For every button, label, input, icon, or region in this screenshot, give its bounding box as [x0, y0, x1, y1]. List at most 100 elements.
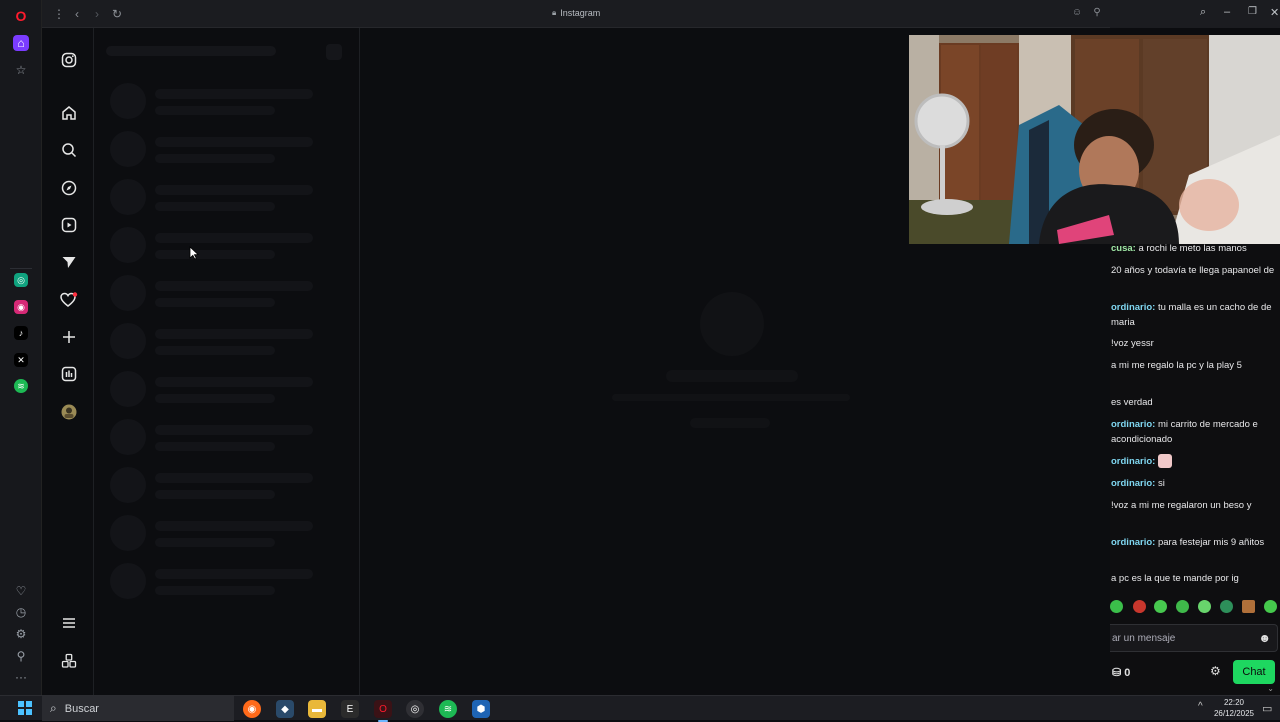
emote-icon[interactable]	[1242, 600, 1255, 613]
steam-icon[interactable]: ◎	[406, 700, 424, 718]
more-icon[interactable]: ···	[13, 669, 29, 685]
opera-logo-icon[interactable]: O	[13, 8, 29, 24]
chat-message: ordinario: tu malla es un cacho de de ma…	[1111, 302, 1272, 328]
opera-taskbar-icon[interactable]: O	[374, 700, 392, 722]
skeleton-line	[612, 394, 850, 401]
dashboard-icon[interactable]	[59, 364, 79, 384]
history-icon[interactable]: ◷	[13, 604, 29, 620]
chat-message: !voz a mi me regalaron un beso y	[1111, 500, 1252, 511]
spotify-icon[interactable]: ≋	[14, 379, 28, 393]
search-icon[interactable]: ⌕	[1200, 6, 1206, 19]
points-icon: ⛁	[1112, 667, 1125, 679]
reload-icon[interactable]: ↻	[110, 7, 124, 21]
channel-points[interactable]: ⛁ 0	[1112, 666, 1130, 679]
emote-icon[interactable]	[1110, 600, 1123, 613]
emote-icon[interactable]	[1133, 600, 1146, 613]
chat-message: !voz yessr	[1111, 338, 1154, 349]
x-icon[interactable]: ✕	[14, 353, 28, 367]
points-value: 0	[1124, 667, 1131, 679]
sidebar-divider	[10, 268, 32, 269]
chat-message: ordinario: para festejar mis 9 añitos	[1111, 537, 1265, 548]
profile-avatar[interactable]	[59, 402, 79, 422]
menu-icon[interactable]: ⋮	[52, 7, 66, 21]
app-icon[interactable]: ◆	[276, 700, 294, 718]
instagram-app-icon[interactable]: ◉	[14, 300, 28, 314]
taskbar-search-input[interactable]	[64, 702, 215, 715]
explore-icon[interactable]	[59, 178, 79, 198]
minimize-icon[interactable]: –	[1224, 6, 1230, 18]
title-bar: ⋮ ‹ › ↻ 🔒︎ Instagram ☺ ⚲	[42, 0, 1110, 28]
home-nav-icon[interactable]	[59, 103, 79, 123]
skeleton-header	[106, 46, 276, 56]
chevron-down-icon[interactable]: ⌄	[1267, 684, 1274, 693]
home-icon[interactable]: ⌂	[13, 35, 29, 51]
epic-games-icon[interactable]: E	[341, 700, 359, 718]
tray-caret-icon[interactable]: ^	[1198, 701, 1203, 712]
skeleton-row	[110, 515, 350, 555]
lightbulb-icon[interactable]: ⚲	[13, 648, 29, 664]
firefox-icon[interactable]: ◉	[243, 700, 261, 718]
windows-start-icon[interactable]	[18, 701, 32, 715]
also-from-meta-icon[interactable]	[59, 651, 79, 671]
tiktok-icon[interactable]: ♪	[14, 326, 28, 340]
address-bar[interactable]: 🔒︎ Instagram	[552, 8, 600, 18]
notifications-heart-icon[interactable]	[59, 290, 79, 310]
system-clock[interactable]: 22:20 26/12/2025	[1212, 697, 1256, 719]
chat-message: ordinario:	[1111, 454, 1279, 469]
stream-chat: cusa: a rochi le meto las manos 20 años …	[1110, 244, 1280, 695]
file-explorer-icon[interactable]: ▬	[308, 700, 326, 718]
more-menu-icon[interactable]	[59, 613, 79, 633]
reels-icon[interactable]	[59, 215, 79, 235]
chat-settings-icon[interactable]: ⚙	[1210, 664, 1221, 678]
webcam-overlay	[909, 35, 1280, 244]
chatgpt-icon[interactable]: ◎	[14, 273, 28, 287]
chat-send-button[interactable]: Chat	[1233, 660, 1275, 684]
spotify-taskbar-icon[interactable]: ≋	[439, 700, 457, 718]
emote-icon[interactable]	[1220, 600, 1233, 613]
skeleton-line	[666, 370, 798, 382]
emote-bar	[1110, 600, 1280, 616]
skeleton-avatar	[700, 292, 764, 356]
chat-message: 20 años y todavía te llega papanoel de	[1111, 265, 1275, 276]
chat-input[interactable]: ar un mensaje ☻	[1110, 624, 1278, 652]
chat-message: a pc es la que te mande por ig	[1111, 573, 1239, 584]
skeleton-row	[110, 563, 350, 603]
chat-message: ordinario: mi carrito de mercado e acond…	[1111, 419, 1258, 445]
skeleton-row	[110, 83, 350, 123]
messages-icon[interactable]	[59, 252, 79, 272]
skeleton-header-icon	[326, 44, 342, 60]
emoji-icon[interactable]: ☺	[1070, 7, 1084, 18]
close-icon[interactable]: ✕	[1270, 6, 1279, 19]
clock-time: 22:20	[1223, 698, 1245, 707]
webcam-feed-image	[909, 35, 1280, 244]
settings-icon[interactable]: ⚙	[13, 626, 29, 642]
mouse-cursor-icon	[189, 246, 199, 260]
skeleton-row	[110, 131, 350, 171]
emoji-picker-icon[interactable]: ☻	[1258, 631, 1271, 645]
shield-icon[interactable]: ⬢	[472, 700, 490, 718]
emote-icon[interactable]	[1264, 600, 1277, 613]
create-plus-icon[interactable]	[59, 327, 79, 347]
forward-icon[interactable]: ›	[90, 7, 104, 21]
instagram-logo-icon[interactable]	[59, 50, 79, 70]
skeleton-button	[690, 418, 770, 428]
emote-icon[interactable]	[1176, 600, 1189, 613]
taskbar-search[interactable]: ⌕	[42, 696, 234, 721]
restore-icon[interactable]: ❐	[1248, 6, 1257, 17]
chat-message: cusa: a rochi le meto las manos	[1111, 244, 1247, 254]
chat-message: es verdad	[1111, 397, 1153, 408]
pin-icon[interactable]: ⚲	[1090, 7, 1104, 18]
skeleton-row	[110, 323, 350, 363]
search-nav-icon[interactable]	[59, 140, 79, 160]
chat-message: a mi me regalo la pc y la play 5	[1111, 360, 1242, 371]
skeleton-row	[110, 371, 350, 411]
skeleton-row	[110, 467, 350, 507]
heart-icon[interactable]: ♡	[13, 583, 29, 599]
emote-icon[interactable]	[1198, 600, 1211, 613]
emote-icon[interactable]	[1154, 600, 1167, 613]
skeleton-row	[110, 419, 350, 459]
star-icon[interactable]: ☆	[13, 62, 29, 78]
notification-icon[interactable]: ▭	[1262, 702, 1272, 715]
conversation-list	[94, 28, 360, 695]
back-icon[interactable]: ‹	[70, 7, 84, 21]
